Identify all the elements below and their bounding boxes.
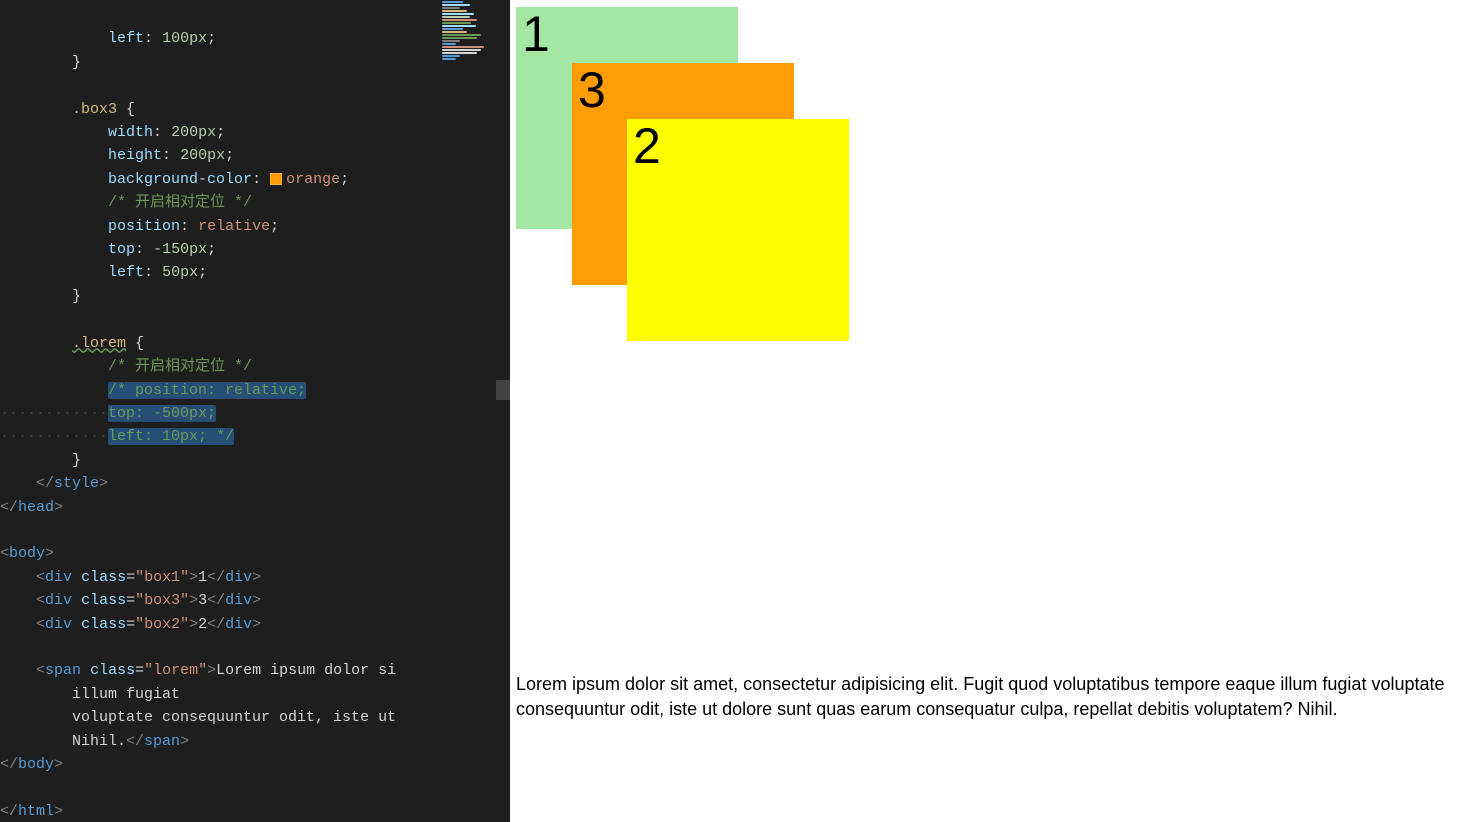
- css-value: 100px: [162, 30, 207, 47]
- html-tag: div: [225, 592, 252, 609]
- html-text: illum fugiat: [72, 686, 180, 703]
- vertical-scrollbar[interactable]: [496, 380, 510, 400]
- html-tag: body: [18, 756, 54, 773]
- html-attr-value: "box1": [135, 569, 189, 586]
- css-comment: /* 开启相对定位 */: [108, 194, 252, 211]
- html-attr: class: [81, 592, 126, 609]
- code-editor-panel[interactable]: left: 100px; } .box3 { width: 200px; hei…: [0, 0, 510, 822]
- html-text: 3: [198, 592, 207, 609]
- css-selector: .box3: [72, 101, 117, 118]
- html-attr-value: "box2": [135, 616, 189, 633]
- html-attr: class: [81, 616, 126, 633]
- css-comment: /* 开启相对定位 */: [108, 358, 252, 375]
- css-prop: left: [108, 264, 144, 281]
- html-text: voluptate consequuntur odit, iste ut: [72, 709, 396, 726]
- preview-lorem-text: Lorem ipsum dolor sit amet, consectetur …: [516, 672, 1463, 722]
- css-comment-selected: /* position: relative;: [108, 382, 306, 399]
- minimap[interactable]: [440, 0, 510, 120]
- browser-preview-panel: 1 3 2 Lorem ipsum dolor sit amet, consec…: [510, 0, 1469, 822]
- html-text: Nihil.: [72, 733, 126, 750]
- color-swatch-icon: [270, 173, 282, 185]
- css-value: 50px: [162, 264, 198, 281]
- css-prop: height: [108, 147, 162, 164]
- css-prop: width: [108, 124, 153, 141]
- css-value: -150px: [153, 241, 207, 258]
- html-attr: class: [90, 662, 135, 679]
- html-text: 2: [198, 616, 207, 633]
- html-tag: div: [225, 569, 252, 586]
- html-attr-value: "box3": [135, 592, 189, 609]
- preview-box-2: 2: [627, 119, 849, 341]
- css-value: 200px: [171, 124, 216, 141]
- code-content[interactable]: left: 100px; } .box3 { width: 200px; hei…: [0, 0, 510, 822]
- html-attr-value: "lorem": [144, 662, 207, 679]
- css-prop: background-color: [108, 171, 252, 188]
- html-tag: span: [45, 662, 81, 679]
- html-tag: body: [9, 545, 45, 562]
- html-tag: div: [45, 569, 72, 586]
- html-tag: style: [54, 475, 99, 492]
- html-attr: class: [81, 569, 126, 586]
- html-tag: div: [45, 616, 72, 633]
- css-value: 200px: [180, 147, 225, 164]
- css-comment-selected: top: -500px;: [108, 405, 216, 422]
- html-text: 1: [198, 569, 207, 586]
- css-value: relative: [198, 218, 270, 235]
- html-tag: span: [144, 733, 180, 750]
- css-prop: left: [108, 30, 144, 47]
- html-text: Lorem ipsum dolor si: [216, 662, 396, 679]
- css-prop: top: [108, 241, 135, 258]
- css-selector: .lorem: [72, 335, 126, 352]
- html-tag: div: [225, 616, 252, 633]
- html-tag: div: [45, 592, 72, 609]
- css-value: orange: [286, 171, 340, 188]
- html-tag: head: [18, 499, 54, 516]
- css-prop: position: [108, 218, 180, 235]
- html-tag: html: [18, 803, 54, 820]
- css-comment-selected: left: 10px; */: [108, 428, 234, 445]
